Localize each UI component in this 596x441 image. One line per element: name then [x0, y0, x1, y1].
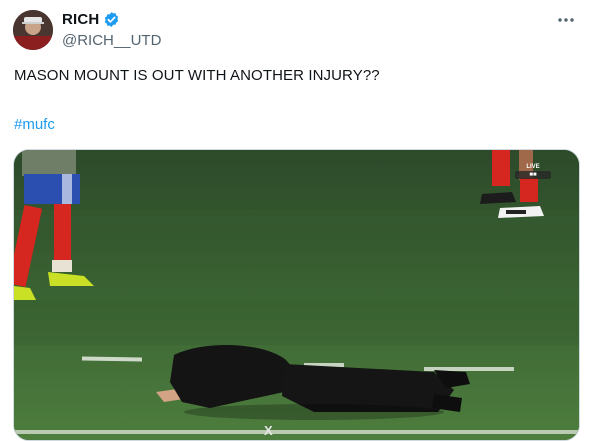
author-display-name[interactable]: RICH	[62, 11, 99, 28]
live-badge-box: ■■	[515, 171, 551, 179]
media-watermark: X	[264, 423, 273, 438]
more-options-icon[interactable]	[556, 12, 576, 28]
avatar-image	[13, 10, 53, 50]
verified-badge-icon	[105, 12, 119, 27]
live-badge-label: LIVE	[526, 164, 540, 170]
hashtag-link[interactable]: #mufc	[14, 116, 55, 133]
author-name-row[interactable]: RICH	[62, 11, 120, 28]
tweet-media[interactable]: LIVE ■■ X	[13, 149, 580, 441]
tweet-text: MASON MOUNT IS OUT WITH ANOTHER INJURY??	[14, 67, 380, 84]
media-image	[14, 150, 579, 440]
avatar[interactable]	[13, 10, 53, 50]
author-handle[interactable]: @RICH__UTD	[62, 32, 161, 49]
live-badge: LIVE ■■	[515, 164, 551, 182]
